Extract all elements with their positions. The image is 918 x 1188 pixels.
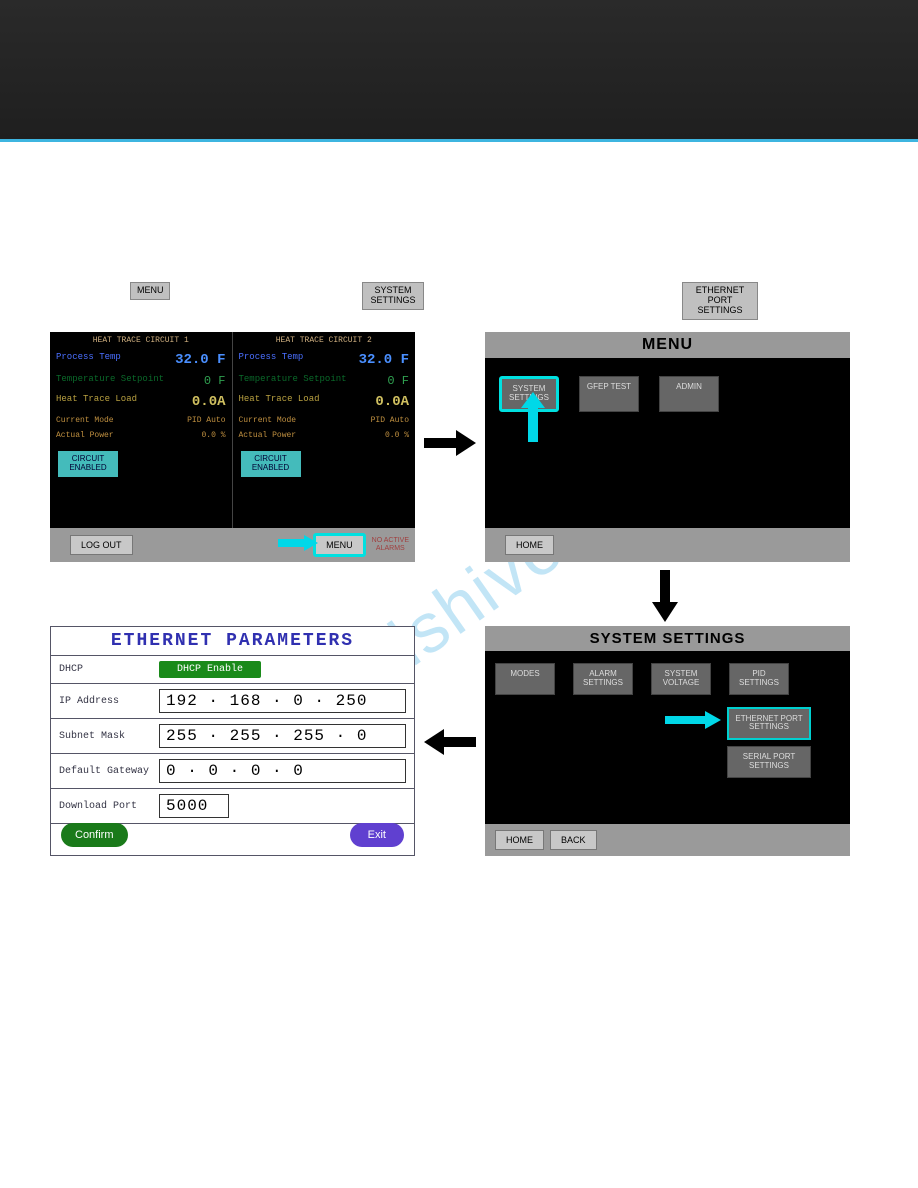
current-mode-label: Current Mode [239, 416, 297, 425]
heat-trace-load-label: Heat Trace Load [56, 394, 137, 410]
actual-power-value: 0.0 % [385, 431, 409, 440]
subnet-mask-label: Subnet Mask [59, 731, 159, 742]
system-voltage-button[interactable]: SYSTEM VOLTAGE [651, 663, 711, 695]
flow-arrow-right-icon [424, 428, 476, 458]
modes-button[interactable]: MODES [495, 663, 555, 695]
download-port-field[interactable]: 5000 [159, 794, 229, 818]
download-port-label: Download Port [59, 801, 159, 812]
circuit-enabled-button[interactable]: CIRCUIT ENABLED [58, 451, 118, 477]
serial-port-settings-button[interactable]: SERIAL PORT SETTINGS [727, 746, 811, 778]
ethernet-parameters-title: ETHERNET PARAMETERS [51, 627, 414, 655]
process-temp-value: 32.0 F [175, 352, 225, 368]
mini-system-settings-label: SYSTEM SETTINGS [362, 282, 424, 310]
arrow-right-icon [278, 535, 318, 551]
ip-address-label: IP Address [59, 696, 159, 707]
circuit-enabled-button[interactable]: CIRCUIT ENABLED [241, 451, 301, 477]
current-mode-value: PID Auto [187, 416, 225, 425]
logout-button[interactable]: LOG OUT [70, 535, 133, 555]
confirm-button[interactable]: Confirm [61, 823, 128, 847]
menu-panel: MENU SYSTEM SETTINGS GFEP TEST ADMIN HOM… [485, 332, 850, 562]
heat-trace-footer: LOG OUT MENU NO ACTIVE ALARMS [50, 528, 415, 562]
exit-button[interactable]: Exit [350, 823, 404, 847]
mini-ethernet-port-settings-label: ETHERNET PORT SETTINGS [682, 282, 758, 320]
actual-power-label: Actual Power [56, 431, 114, 440]
home-button[interactable]: HOME [505, 535, 554, 555]
temp-setpoint-value: 0 F [387, 374, 409, 388]
subnet-mask-field[interactable]: 255 · 255 · 255 · 0 [159, 724, 406, 748]
pid-settings-button[interactable]: PID SETTINGS [729, 663, 789, 695]
ip-address-field[interactable]: 192 · 168 · 0 · 250 [159, 689, 406, 713]
ethernet-port-settings-button[interactable]: ETHERNET PORT SETTINGS [727, 707, 811, 741]
default-gateway-field[interactable]: 0 · 0 · 0 · 0 [159, 759, 406, 783]
mini-menu-label: MENU [130, 282, 170, 300]
temp-setpoint-label: Temperature Setpoint [56, 374, 164, 388]
system-settings-footer: HOME BACK [485, 824, 850, 856]
arrow-up-icon [521, 392, 545, 442]
heat-trace-panel: HEAT TRACE CIRCUIT 1 Process Temp32.0 F … [50, 332, 415, 562]
process-temp-label: Process Temp [239, 352, 304, 368]
dhcp-label: DHCP [59, 664, 159, 675]
current-mode-value: PID Auto [371, 416, 409, 425]
actual-power-value: 0.0 % [201, 431, 225, 440]
actual-power-label: Actual Power [239, 431, 297, 440]
alarm-status: NO ACTIVE ALARMS [372, 537, 415, 552]
temp-setpoint-value: 0 F [204, 374, 226, 388]
dhcp-enable-button[interactable]: DHCP Enable [159, 661, 261, 678]
label-row: MENU SYSTEM SETTINGS ETHERNET PORT SETTI… [50, 282, 868, 322]
system-settings-panel: SYSTEM SETTINGS MODES ALARM SETTINGS SYS… [485, 626, 850, 856]
temp-setpoint-label: Temperature Setpoint [239, 374, 347, 388]
gfep-test-button[interactable]: GFEP TEST [579, 376, 639, 412]
circuit-2-title: HEAT TRACE CIRCUIT 2 [233, 332, 416, 349]
page-header-band [0, 0, 918, 142]
default-gateway-label: Default Gateway [59, 766, 159, 777]
heat-trace-load-label: Heat Trace Load [239, 394, 320, 410]
admin-button[interactable]: ADMIN [659, 376, 719, 412]
current-mode-label: Current Mode [56, 416, 114, 425]
menu-footer: HOME [485, 528, 850, 562]
ethernet-parameters-panel: ETHERNET PARAMETERS DHCPDHCP Enable IP A… [50, 626, 415, 856]
system-settings-title: SYSTEM SETTINGS [485, 626, 850, 651]
page-content: MENU SYSTEM SETTINGS ETHERNET PORT SETTI… [0, 142, 918, 912]
alarm-settings-button[interactable]: ALARM SETTINGS [573, 663, 633, 695]
flow-arrow-down-icon [650, 570, 680, 622]
arrow-right-icon [665, 711, 721, 729]
circuit-1-title: HEAT TRACE CIRCUIT 1 [50, 332, 232, 349]
menu-button[interactable]: MENU [313, 533, 366, 557]
process-temp-value: 32.0 F [359, 352, 409, 368]
screenshot-grid: manualshive.com HEAT TRACE CIRCUIT 1 Pro… [50, 332, 850, 892]
flow-arrow-left-icon [424, 727, 476, 757]
process-temp-label: Process Temp [56, 352, 121, 368]
home-button[interactable]: HOME [495, 830, 544, 850]
heat-trace-load-value: 0.0A [192, 394, 226, 410]
back-button[interactable]: BACK [550, 830, 597, 850]
heat-trace-load-value: 0.0A [375, 394, 409, 410]
menu-title: MENU [485, 332, 850, 358]
